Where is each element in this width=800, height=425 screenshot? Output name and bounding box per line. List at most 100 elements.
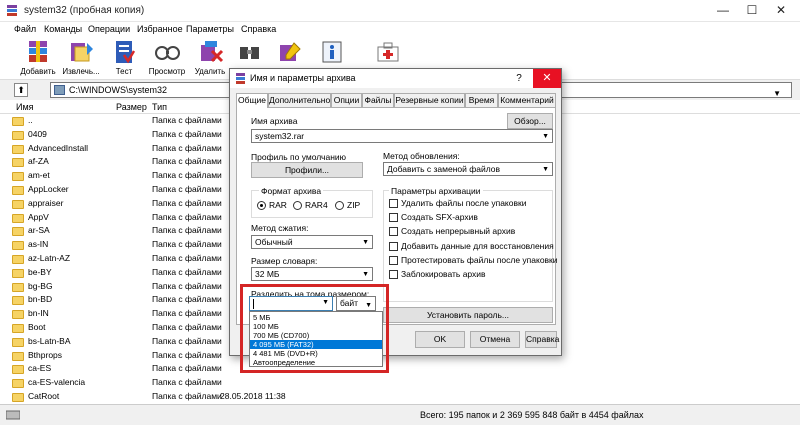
chevron-down-icon[interactable]: ▼ [362, 269, 369, 281]
chevron-down-icon[interactable]: ▼ [542, 131, 549, 143]
status-summary: Всего: 195 папок и 2 369 595 848 байт в … [420, 410, 644, 420]
menu-favorites[interactable]: Избранное [137, 24, 183, 34]
compression-method-select[interactable]: Обычный ▼ [251, 235, 373, 249]
format-rar4-radio[interactable] [293, 201, 302, 210]
up-folder-button[interactable]: ⬆ [14, 83, 28, 97]
chevron-down-icon[interactable]: ▼ [542, 164, 549, 176]
delete-icon [201, 41, 224, 63]
maximize-button[interactable]: ☐ [737, 2, 767, 19]
file-type: Папка с файлами [152, 239, 222, 250]
option-label: Создать непрерывный архив [401, 226, 516, 237]
folder-icon [12, 130, 24, 140]
tab-options[interactable]: Опции [331, 93, 362, 107]
file-type: Папка с файлами [152, 156, 222, 167]
option-checkbox[interactable] [389, 241, 398, 251]
folder-icon [12, 117, 24, 126]
minimize-button[interactable]: — [708, 2, 738, 19]
folder-icon [12, 227, 24, 237]
update-method-select[interactable]: Добавить с заменой файлов ▼ [383, 162, 553, 176]
dialog-title-bar: Имя и параметры архива ? ✕ [230, 69, 561, 88]
file-date: 28.05.2018 11:38 [220, 390, 286, 401]
file-type: Папка с файлами [152, 363, 222, 374]
option-label: Добавить данные для восстановления [401, 240, 554, 251]
close-button[interactable]: ✕ [766, 2, 796, 19]
option-checkbox[interactable] [389, 213, 398, 223]
file-name: be-BY [28, 266, 52, 277]
file-type: Папка с файлами [152, 142, 222, 153]
window-title: system32 (пробная копия) [24, 5, 145, 16]
view-button[interactable]: Просмотр [145, 39, 189, 79]
option-checkbox[interactable] [389, 199, 398, 208]
column-name[interactable]: Имя [16, 102, 34, 112]
add-button[interactable]: Добавить [16, 39, 60, 79]
menu-file[interactable]: Файл [14, 24, 36, 34]
profiles-button[interactable]: Профили... [251, 162, 363, 178]
file-type: Папка с файлами [152, 115, 222, 125]
option-checkbox[interactable] [389, 255, 398, 265]
test-button[interactable]: Тест [102, 39, 146, 79]
delete-button[interactable]: Удалить [188, 39, 232, 79]
column-type[interactable]: Тип [152, 102, 167, 112]
file-name: Boot [28, 321, 46, 332]
menu-help[interactable]: Справка [241, 24, 276, 34]
table-row[interactable]: ca-ES Папка с файлами [0, 362, 800, 376]
dictionary-size-select[interactable]: 32 МБ ▼ [251, 267, 373, 281]
arrow-up-icon: ⬆ [17, 85, 25, 95]
archive-name-input[interactable]: system32.rar ▼ [251, 129, 553, 143]
chevron-down-icon[interactable]: ▼ [362, 237, 369, 249]
folder-icon [12, 241, 24, 251]
folder-icon [12, 310, 24, 320]
file-name: AppV [28, 211, 49, 222]
file-name: CatRoot [28, 390, 60, 401]
folder-icon [12, 379, 24, 389]
folder-icon [12, 254, 24, 264]
file-name: az-Latn-AZ [28, 252, 71, 263]
compression-method-label: Метод сжатия: [251, 223, 309, 233]
table-row[interactable]: CatRoot Папка с файлами 28.05.2018 11:38 [0, 390, 800, 404]
folder-icon [12, 268, 24, 278]
file-type: Папка с файлами [152, 335, 222, 346]
info-icon [322, 41, 342, 63]
tab-general[interactable]: Общие [236, 93, 268, 108]
find-icon [240, 47, 259, 59]
set-password-button[interactable]: Установить пароль... [383, 307, 553, 323]
menu-options[interactable]: Параметры [186, 24, 234, 34]
format-zip-radio[interactable] [335, 201, 344, 210]
view-icon [155, 46, 180, 60]
tab-time[interactable]: Время [465, 93, 498, 107]
title-bar: system32 (пробная копия) — ☐ ✕ [0, 0, 800, 22]
tab-advanced[interactable]: Дополнительно [268, 93, 331, 107]
file-type: Папка с файлами [152, 225, 222, 236]
archive-add-icon [29, 41, 47, 62]
file-name: af-ZA [28, 156, 49, 167]
chevron-down-icon[interactable]: ▼ [773, 87, 781, 101]
folder-icon [12, 392, 24, 402]
dialog-help-button[interactable]: ? [509, 70, 529, 87]
table-row[interactable]: ca-ES-valencia Папка с файлами [0, 376, 800, 390]
file-type: Папка с файлами [152, 266, 222, 277]
menu-operations[interactable]: Операции [88, 24, 130, 34]
repair-icon [377, 42, 399, 62]
format-rar-radio[interactable] [257, 201, 266, 210]
folder-icon [12, 351, 24, 361]
extract-button[interactable]: Извлечь... [59, 39, 103, 79]
option-checkbox[interactable] [389, 227, 398, 237]
menu-commands[interactable]: Команды [44, 24, 82, 34]
file-type: Папка с файлами [152, 211, 222, 222]
tab-backup[interactable]: Резервные копии [394, 93, 465, 107]
tab-files[interactable]: Файлы [362, 93, 394, 107]
column-size[interactable]: Размер [116, 102, 147, 112]
browse-button[interactable]: Обзор... [507, 113, 553, 129]
tab-comment[interactable]: Комментарий [498, 93, 556, 107]
help-button[interactable]: Справка [525, 331, 559, 348]
folder-icon [12, 296, 24, 306]
update-method-label: Метод обновления: [383, 151, 460, 161]
cancel-button[interactable]: Отмена [470, 331, 520, 348]
dialog-close-button[interactable]: ✕ [533, 69, 561, 88]
ok-button[interactable]: OK [415, 331, 465, 348]
folder-icon [12, 337, 24, 347]
file-name: bs-Latn-BA [28, 335, 71, 346]
option-checkbox[interactable] [389, 270, 398, 279]
file-type: Папка с файлами [152, 280, 222, 291]
dialog-title: Имя и параметры архива [250, 73, 356, 83]
